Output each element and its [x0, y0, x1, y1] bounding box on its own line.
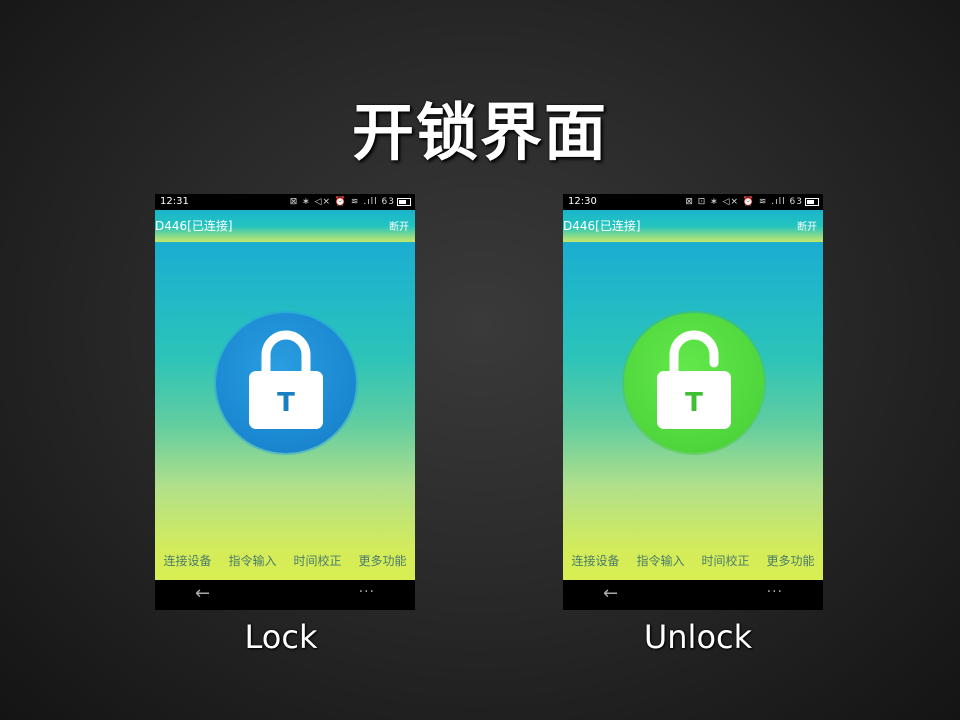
menu-time-correction[interactable]: 时间校正 — [701, 552, 749, 569]
device-name: D446[已连接] — [563, 219, 641, 233]
bottom-menu: 连接设备 指令输入 时间校正 更多功能 — [563, 550, 823, 570]
menu-connect-device[interactable]: 连接设备 — [571, 552, 619, 569]
menu-more-functions[interactable]: 更多功能 — [766, 552, 814, 569]
slide-title: 开锁界面 — [351, 96, 608, 169]
more-dots-icon[interactable]: ··· — [359, 582, 375, 602]
bottom-menu: 连接设备 指令输入 时间校正 更多功能 — [155, 550, 415, 570]
caption-lock: Lock — [244, 618, 318, 656]
padlock-open-icon: T — [657, 330, 731, 429]
app-header: D446[已连接] 断开 — [155, 210, 415, 242]
back-arrow-icon[interactable]: ← — [603, 584, 618, 604]
battery-icon — [805, 197, 819, 206]
status-bar: 12:31 ⊠ ∗ ◁× ⏰ ≋ .ıll 63 — [155, 194, 415, 210]
app-screen: D446[已连接] 断开 T 连接设备 指令输入 时间校正 更多功能 — [563, 210, 823, 580]
battery-icon — [397, 197, 411, 206]
back-arrow-icon[interactable]: ← — [195, 584, 210, 604]
menu-command-input[interactable]: 指令输入 — [636, 552, 684, 569]
status-icons-text: ⊠ ⊡ ∗ ◁× ⏰ ≋ .ıll 63 — [685, 197, 803, 207]
disconnect-button[interactable]: 断开 — [389, 218, 409, 233]
lock-letter: T — [685, 388, 703, 418]
app-header: D446[已连接] 断开 — [563, 210, 823, 242]
app-screen: D446[已连接] 断开 T 连接设备 指令输入 时间校正 更多功能 — [155, 210, 415, 580]
caption-unlock: Unlock — [643, 618, 753, 656]
status-bar: 12:30 ⊠ ⊡ ∗ ◁× ⏰ ≋ .ıll 63 — [563, 194, 823, 210]
status-icons-text: ⊠ ∗ ◁× ⏰ ≋ .ıll 63 — [289, 197, 395, 207]
menu-command-input[interactable]: 指令输入 — [228, 552, 276, 569]
status-icons: ⊠ ⊡ ∗ ◁× ⏰ ≋ .ıll 63 — [685, 194, 819, 210]
device-name: D446[已连接] — [155, 219, 233, 233]
more-dots-icon[interactable]: ··· — [767, 582, 783, 602]
menu-more-functions[interactable]: 更多功能 — [358, 552, 406, 569]
lock-letter: T — [277, 388, 295, 418]
status-time: 12:31 — [160, 196, 189, 207]
nav-bar: ← ··· — [563, 580, 823, 610]
menu-time-correction[interactable]: 时间校正 — [293, 552, 341, 569]
phone-screenshot-unlock: 12:30 ⊠ ⊡ ∗ ◁× ⏰ ≋ .ıll 63 D446[已连接] 断开 … — [563, 194, 823, 610]
padlock-closed-icon: T — [249, 330, 323, 429]
lock-button[interactable]: T — [216, 313, 356, 453]
status-icons: ⊠ ∗ ◁× ⏰ ≋ .ıll 63 — [290, 194, 411, 210]
disconnect-button[interactable]: 断开 — [797, 218, 817, 233]
phone-screenshot-lock: 12:31 ⊠ ∗ ◁× ⏰ ≋ .ıll 63 D446[已连接] 断开 T … — [155, 194, 415, 610]
nav-bar: ← ··· — [155, 580, 415, 610]
unlock-button[interactable]: T — [624, 313, 764, 453]
menu-connect-device[interactable]: 连接设备 — [163, 552, 211, 569]
status-time: 12:30 — [568, 196, 597, 207]
